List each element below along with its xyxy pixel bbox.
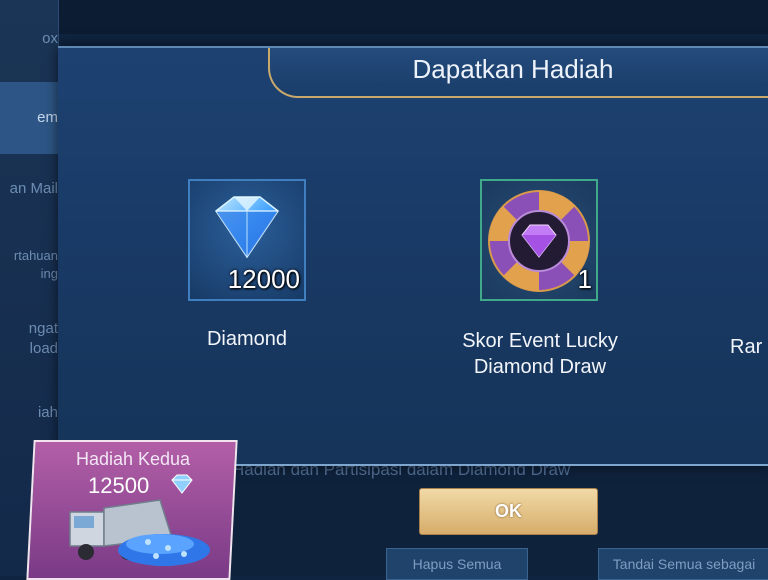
sidebar-item[interactable]: iah [0, 404, 58, 426]
reward-label: Diamond [206, 328, 288, 350]
reward-label-line: Diamond Draw [473, 356, 607, 378]
small-diamond-icon [171, 474, 193, 494]
sidebar-item[interactable]: load [0, 340, 58, 360]
sidebar-item[interactable]: ngat [0, 320, 58, 340]
reward-label-line: Skor Event Lucky [462, 330, 618, 352]
dialog-title: Dapatkan Hadiah [412, 54, 614, 84]
reward-count: 1 [577, 264, 592, 294]
reward-count: 12000 [227, 264, 300, 294]
second-reward-title: Hadiah Kedua [75, 449, 191, 469]
diamond-truck-icon [69, 499, 210, 566]
reward-tile-lucky-score[interactable]: 1 [480, 179, 598, 301]
delete-all-button[interactable]: Hapus Semua [386, 548, 528, 580]
sidebar-item-active[interactable]: em [0, 82, 58, 154]
mark-all-button[interactable]: Tandai Semua sebagai [598, 548, 768, 580]
reward-dialog: Dapatkan Hadiah 12000 Diamond 1 Skor Eve… [58, 46, 768, 466]
sidebar-item[interactable]: ing [0, 266, 58, 284]
sidebar-item[interactable]: an Mail [0, 180, 58, 204]
reward-tile-diamond[interactable]: 12000 [188, 179, 306, 301]
sidebar-item[interactable]: rtahuan [0, 248, 58, 266]
ok-button[interactable]: OK [419, 488, 598, 535]
sidebar-item[interactable]: ox [0, 30, 58, 54]
top-bar [0, 0, 768, 34]
reward-label-cut: Rar [730, 336, 763, 358]
second-reward-amount: 12500 [88, 473, 150, 498]
reward-label: Skor Event Lucky Diamond Draw [440, 328, 640, 380]
